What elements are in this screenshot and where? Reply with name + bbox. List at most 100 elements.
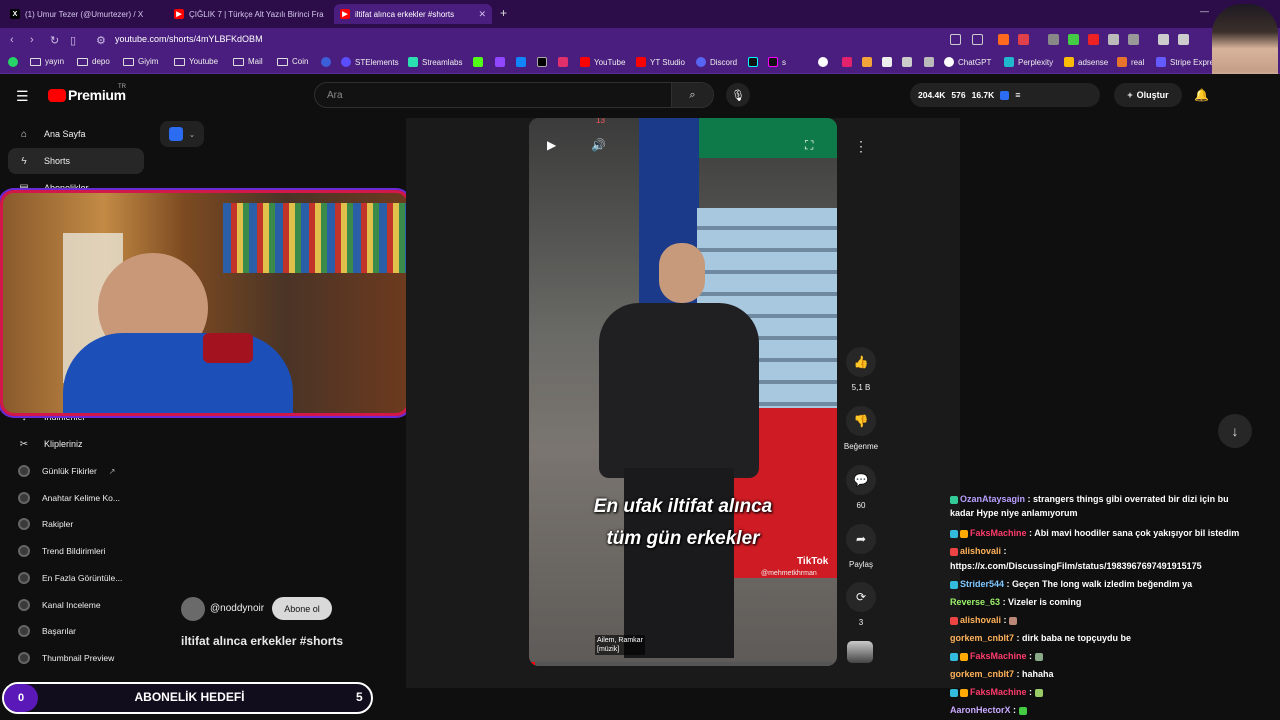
bookmark-perplexity[interactable]: Perplexity xyxy=(1004,57,1053,67)
sidebar-item-clips[interactable]: ✂ Klipleriniz xyxy=(8,431,144,457)
sidebar-tool-most-viewed[interactable]: En Fazla Görüntüle... xyxy=(18,568,122,588)
sound-thumbnail[interactable] xyxy=(847,641,873,663)
whatsapp-icon[interactable] xyxy=(8,57,18,67)
vidiq-tool-icon xyxy=(18,572,30,584)
short-title[interactable]: iltifat alınca erkekler #shorts xyxy=(181,634,343,648)
bookmark-folder[interactable]: depo xyxy=(77,57,110,66)
extension-icon[interactable] xyxy=(862,57,872,67)
bookmark-folder[interactable]: Youtube xyxy=(174,57,218,66)
channel-stats-widget[interactable]: 204.4K 576 16.7K ≡ xyxy=(910,83,1100,107)
extension-icon[interactable] xyxy=(1088,34,1099,45)
sidebar-tool-achievements[interactable]: Başarılar xyxy=(18,621,76,641)
extension-icon[interactable] xyxy=(1068,34,1079,45)
external-link-icon: ↗ xyxy=(108,466,116,476)
brave-shield-icon[interactable] xyxy=(998,34,1009,45)
sidebar-tool-trend-alerts[interactable]: Trend Bildirimleri xyxy=(18,541,105,561)
menu-icon[interactable]: ☰ xyxy=(16,88,29,105)
bookmark-r[interactable] xyxy=(321,57,331,67)
bookmark-youtube[interactable]: YouTube xyxy=(580,57,625,67)
tab-x[interactable]: X (1) Umur Tezer (@Umurtezer) / X xyxy=(4,4,164,24)
bookmark-icon[interactable]: ▯ xyxy=(70,34,76,47)
vidiq-dropdown[interactable]: ⌄ xyxy=(160,121,204,147)
extension-icon[interactable] xyxy=(902,57,912,67)
like-button[interactable]: 👍 5,1 B xyxy=(845,347,877,392)
bluesky-icon[interactable] xyxy=(516,57,526,67)
new-tab-icon[interactable]: + xyxy=(500,6,507,20)
minimize-icon[interactable]: — xyxy=(1200,6,1209,16)
play-icon[interactable]: ▶ xyxy=(547,138,556,152)
sidebar-item-home[interactable]: ⌂ Ana Sayfa xyxy=(8,121,144,147)
bookmark-adsense[interactable]: adsense xyxy=(1064,57,1108,67)
x-icon[interactable] xyxy=(537,57,547,67)
sidebar-icon[interactable] xyxy=(1178,34,1189,45)
extension-icon[interactable] xyxy=(1108,34,1119,45)
vidiq-icon[interactable] xyxy=(1000,90,1010,100)
bookmark-discord[interactable]: Discord xyxy=(696,57,737,67)
channel-handle[interactable]: @noddynoir xyxy=(210,603,264,614)
bookmark-streamlabs[interactable]: Streamlabs xyxy=(408,57,462,67)
create-button[interactable]: + Oluştur xyxy=(1114,83,1182,107)
amazon-icon[interactable] xyxy=(882,57,892,67)
bookmark-stripe[interactable]: Stripe Expre xyxy=(1156,57,1214,67)
comments-button[interactable]: 💬 60 xyxy=(845,465,877,510)
kick-icon[interactable] xyxy=(473,57,483,67)
bookmark-folder[interactable]: yayın xyxy=(30,57,64,66)
extension-icon[interactable] xyxy=(1048,34,1059,45)
sidebar-tool-daily-ideas[interactable]: Günlük Fikirler ↗ xyxy=(18,461,116,481)
extension-icon[interactable] xyxy=(842,57,852,67)
remix-button[interactable]: ⟳ 3 xyxy=(845,582,877,627)
more-options-icon[interactable]: ⋮ xyxy=(854,138,868,155)
progress-bar[interactable] xyxy=(529,662,837,666)
short-video[interactable]: 13 ▶ 🔊 ⛶ En ufak iltifat alınca tüm gün … xyxy=(529,118,837,666)
tab-shorts[interactable]: ▶ iltifat alınca erkekler #shorts ✕ xyxy=(334,4,492,24)
bookmarks-bar: yayın depo Giyim Youtube Mail Coin STEle… xyxy=(0,52,1280,74)
sidebar-tool-competitors[interactable]: Rakipler xyxy=(18,514,73,534)
mic-icon[interactable]: 🎙 xyxy=(726,83,750,107)
search-input[interactable]: Ara ⌕ xyxy=(314,82,714,108)
fullscreen-icon[interactable]: ⛶ xyxy=(805,138,813,153)
sidebar-tool-keyword[interactable]: Anahtar Kelime Ko... xyxy=(18,488,120,508)
frame-number: 13 xyxy=(596,118,605,125)
volume-icon[interactable]: 🔊 xyxy=(591,138,606,152)
bookmark-real[interactable]: real xyxy=(1117,57,1144,67)
bookmark-folder[interactable]: Mail xyxy=(233,57,263,66)
back-icon[interactable]: ‹ xyxy=(10,34,14,46)
list-icon[interactable]: ≡ xyxy=(1015,90,1020,100)
extension-icon[interactable] xyxy=(818,57,828,67)
reload-icon[interactable]: ↻ xyxy=(50,34,59,47)
rewards-icon[interactable] xyxy=(1018,34,1029,45)
cast-icon[interactable] xyxy=(950,34,961,45)
extension-icon[interactable] xyxy=(1128,34,1139,45)
instagram-icon[interactable] xyxy=(558,57,568,67)
youtube-logo-icon[interactable] xyxy=(48,89,66,102)
sidebar-tool-channel-review[interactable]: Kanal Inceleme xyxy=(18,595,101,615)
sidebar-tool-thumbnail-preview[interactable]: Thumbnail Preview xyxy=(18,648,114,668)
subscribe-button[interactable]: Abone ol xyxy=(272,597,332,620)
url-field[interactable]: youtube.com/shorts/4mYLBFKdOBM xyxy=(115,34,263,44)
notifications-icon[interactable]: 🔔 xyxy=(1194,88,1209,102)
next-short-button[interactable]: ↓ xyxy=(1218,414,1252,448)
music-subtitle: Ailem, Ramkar [müzik] xyxy=(595,635,645,655)
tiktok-icon[interactable] xyxy=(748,57,758,67)
bookmark-yt-studio[interactable]: YT Studio xyxy=(636,57,685,67)
sidebar-item-shorts[interactable]: ϟ Shorts xyxy=(8,148,144,174)
bookmark-folder[interactable]: Coin xyxy=(277,57,308,66)
extension-icon[interactable] xyxy=(924,57,934,67)
bookmark-stelements[interactable]: STElements xyxy=(341,57,399,67)
media-icon[interactable] xyxy=(1158,34,1169,45)
avatar[interactable] xyxy=(181,597,205,621)
share-icon[interactable] xyxy=(972,34,983,45)
site-info-icon[interactable]: ⚙ xyxy=(96,34,106,47)
bookmark-tiktok-s[interactable]: s xyxy=(768,57,786,67)
dislike-button[interactable]: 👎 Beğenme xyxy=(839,406,883,451)
share-button[interactable]: ➦ Paylaş xyxy=(841,524,881,569)
chat-message: kadar Hype niye anlamıyorum xyxy=(950,508,1078,518)
bookmark-chatgpt[interactable]: ChatGPT xyxy=(944,57,991,67)
search-icon[interactable]: ⌕ xyxy=(671,83,713,107)
bookmark-folder[interactable]: Giyim xyxy=(123,57,158,66)
close-icon[interactable]: ✕ xyxy=(478,9,486,20)
tab-ciglik[interactable]: ▶ ÇIĞLIK 7 | Türkçe Alt Yazılı Birinci F… xyxy=(168,4,330,24)
chat-message: FaksMachine : Abi mavi hoodiler sana çok… xyxy=(950,527,1239,539)
twitch-icon[interactable] xyxy=(495,57,505,67)
forward-icon[interactable]: › xyxy=(30,34,34,46)
